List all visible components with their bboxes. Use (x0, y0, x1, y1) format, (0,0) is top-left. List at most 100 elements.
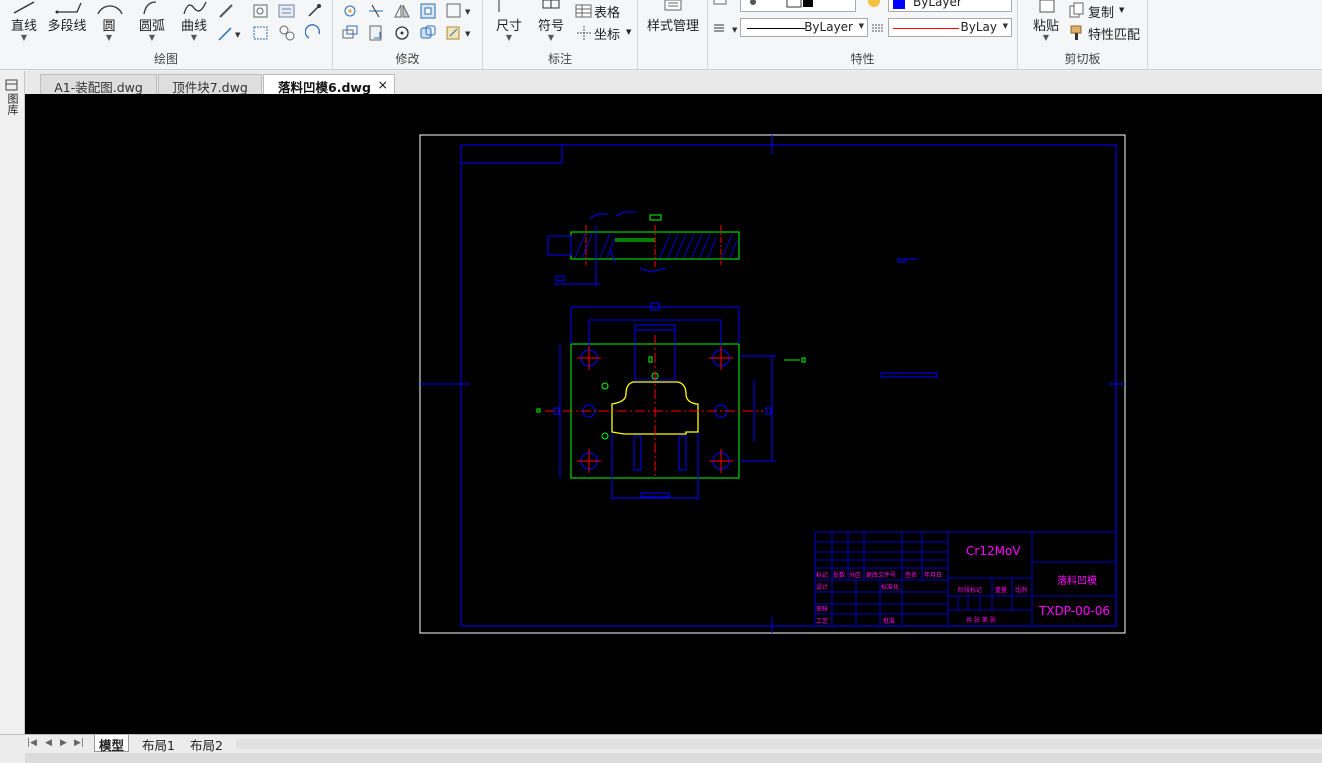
modify-group: ▼ ▼ 修改 (333, 0, 483, 70)
copy-icon[interactable] (1068, 2, 1086, 20)
review-cell: 审核 (816, 605, 828, 613)
color-combo-top[interactable]: ByLayer (888, 0, 1012, 12)
doc-tab-2[interactable]: 落料凹模6.dwg × (263, 74, 395, 95)
polyline-button[interactable]: 多段线 (44, 0, 90, 34)
ribbon: 直线 ▼ 多段线 圆 ▼ 圆弧 ▼ 曲线 ▼ ▼ 绘图 ▼ ▼ 修改 尺寸 ▼ … (0, 0, 1322, 70)
drawing-canvas[interactable]: Cr12MoV 落料凹模 TXDP-00-06 标记 处数 分区 更改文件号 签… (25, 94, 1322, 734)
curve-button[interactable]: 曲线 ▼ (175, 0, 213, 42)
doc-tab-label: A1-装配图.dwg (54, 80, 143, 95)
chevron-down-icon[interactable]: ▼ (1003, 22, 1008, 30)
stretch-icon[interactable] (367, 24, 385, 42)
table-label[interactable]: 表格 (594, 2, 620, 21)
library-icon[interactable] (5, 79, 19, 91)
array-icon[interactable]: ▼ (445, 2, 471, 20)
doc-tab-0[interactable]: A1-装配图.dwg (40, 74, 157, 95)
explode-icon[interactable]: ▼ (445, 24, 471, 42)
table-icon[interactable] (575, 2, 593, 20)
region-icon[interactable] (304, 24, 323, 42)
roughness-mark (880, 372, 938, 378)
rotate-icon[interactable] (393, 24, 411, 42)
chevron-down-icon[interactable]: ▼ (175, 34, 213, 42)
chevron-down-icon[interactable]: ▼ (491, 34, 527, 42)
symbol-button[interactable]: 符号 ▼ (533, 0, 569, 42)
process-cell: 工艺 (816, 617, 828, 625)
document-tab-bar: A1-装配图.dwg 顶件块7.dwg 落料凹模6.dwg × (0, 71, 1322, 95)
approve-cell: 批准 (883, 617, 895, 625)
match-properties-icon[interactable] (1068, 24, 1086, 42)
trim-icon[interactable] (367, 2, 385, 20)
move-icon[interactable] (341, 2, 359, 20)
symbol-label: 符号 (537, 19, 564, 34)
svg-text:▼: ▼ (732, 26, 738, 34)
first-layout-icon[interactable]: |◀ (27, 738, 37, 748)
library-label[interactable]: 图库 (6, 93, 19, 115)
material-text: Cr12MoV (966, 544, 1021, 558)
rectangle-icon[interactable] (252, 2, 270, 20)
next-layout-icon[interactable]: ▶ (60, 738, 67, 748)
paste-label: 粘贴 (1032, 19, 1059, 34)
chevron-down-icon[interactable]: ▼ (1119, 6, 1137, 24)
clipboard-group: 粘贴 ▼ 复制 ▼ 特性匹配 剪切板 (1018, 0, 1148, 70)
coordinate-label[interactable]: 坐标 (594, 24, 620, 43)
color-combo[interactable]: ByLay ▼ (888, 18, 1012, 37)
chevron-down-icon[interactable]: ▼ (6, 34, 42, 42)
paste-button[interactable]: 粘贴 ▼ (1028, 0, 1064, 42)
point-icon[interactable] (305, 2, 323, 20)
block-icon[interactable] (278, 24, 296, 42)
coordinate-icon[interactable] (575, 24, 593, 42)
standard-cell: 标准化 (881, 583, 899, 591)
chevron-down-icon[interactable]: ▼ (1028, 34, 1064, 42)
close-icon[interactable]: × (378, 77, 388, 92)
layer-combo[interactable] (740, 0, 856, 12)
weight-cell: 重量 (995, 586, 1007, 594)
properties-group-label: 特性 (850, 52, 875, 66)
mirror-icon[interactable] (393, 2, 411, 20)
match-properties-label[interactable]: 特性匹配 (1088, 24, 1140, 43)
scale-icon[interactable] (419, 24, 437, 42)
library-panel: 图库 (0, 71, 25, 736)
layout-tab-layout1[interactable]: 布局1 (138, 735, 179, 753)
dimension-label: 尺寸 (495, 19, 522, 34)
line-button[interactable]: 直线 ▼ (6, 0, 42, 42)
chevron-down-icon[interactable]: ▼ (533, 34, 569, 42)
offset-icon[interactable] (419, 2, 437, 20)
prev-layout-icon[interactable]: ◀ (45, 738, 52, 748)
lineweight-icon[interactable]: ▼ (712, 20, 738, 38)
dimension-button[interactable]: 尺寸 ▼ (491, 0, 527, 42)
draw-group: 直线 ▼ 多段线 圆 ▼ 圆弧 ▼ 曲线 ▼ ▼ 绘图 (0, 0, 333, 70)
clipboard-group-label: 剪切板 (1064, 52, 1101, 66)
plan-view (536, 302, 806, 500)
copy-label[interactable]: 复制 (1088, 2, 1114, 21)
annotate-group: 尺寸 ▼ 符号 ▼ 表格 坐标 ▼ 标注 (483, 0, 638, 70)
arc-icon (138, 0, 166, 15)
last-layout-icon[interactable]: ▶| (74, 738, 84, 748)
zone-cell: 分区 (849, 571, 861, 579)
arc-label: 圆弧 (138, 19, 165, 34)
svg-text:▼: ▼ (465, 30, 471, 38)
circle-button[interactable]: 圆 ▼ (92, 0, 126, 42)
linetype-scale-icon[interactable] (870, 20, 888, 38)
modify-group-label: 修改 (395, 52, 420, 66)
hatch-icon[interactable] (252, 24, 270, 42)
style-manage-button[interactable]: 样式管理 (642, 0, 704, 34)
pencil-icon[interactable] (217, 2, 235, 20)
chevron-down-icon[interactable]: ▼ (859, 22, 864, 30)
doc-tab-1[interactable]: 顶件块7.dwg (158, 74, 262, 95)
layer-icon[interactable] (712, 0, 730, 12)
layout-tab-layout2[interactable]: 布局2 (186, 735, 227, 753)
chevron-down-icon[interactable]: ▼ (92, 34, 126, 42)
style-group: 样式管理 (638, 0, 708, 70)
chevron-down-icon[interactable]: ▼ (133, 34, 171, 42)
line-icon (10, 0, 38, 14)
style-manage-label: 样式管理 (646, 19, 699, 34)
copy-objects-icon[interactable] (341, 24, 359, 42)
linetype-combo[interactable]: ByLayer ▼ (740, 18, 868, 37)
arc-button[interactable]: 圆弧 ▼ (133, 0, 171, 42)
construction-line-icon[interactable]: ▼ (217, 24, 241, 42)
style-manage-icon (659, 0, 687, 14)
part-name-text: 落料凹模 (1057, 574, 1097, 587)
color-wheel-icon[interactable] (866, 0, 884, 12)
horizontal-scrollbar[interactable] (236, 739, 1322, 749)
text-tool-icon[interactable] (278, 2, 296, 20)
layout-tab-model[interactable]: 模型 (94, 735, 130, 753)
